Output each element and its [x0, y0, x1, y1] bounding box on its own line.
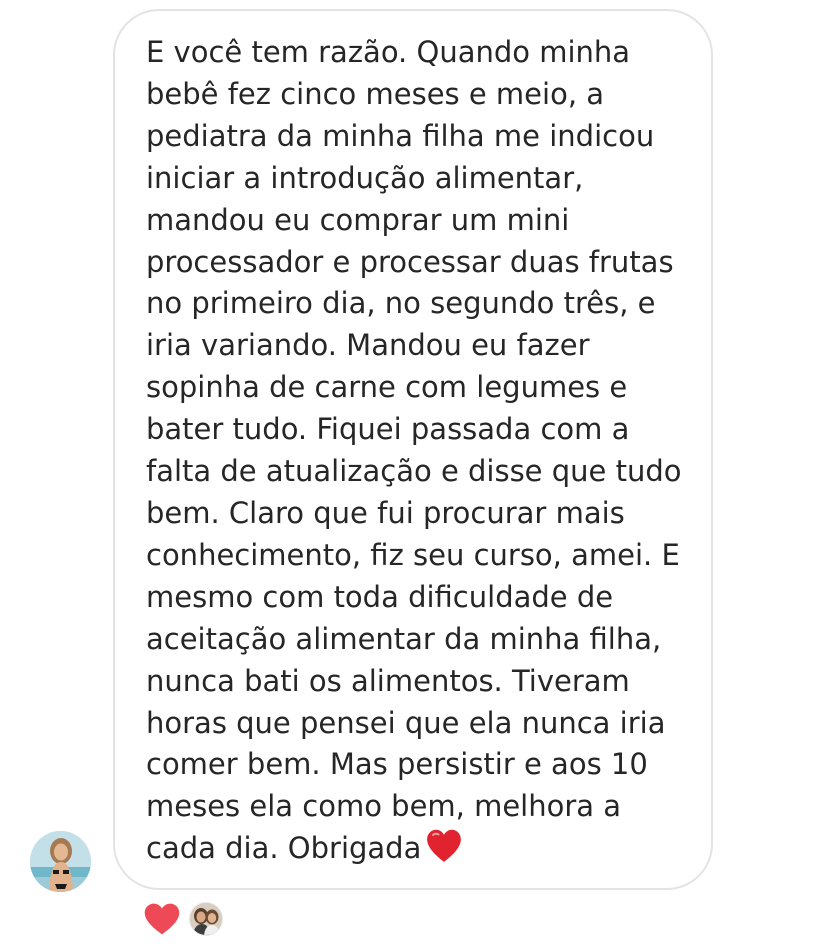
- message-line: conhecimento, fiz seu curso, amei. E: [146, 537, 680, 572]
- message-line: pediatra da minha filha me indicou: [146, 118, 655, 153]
- message-line: bem. Claro que fui procurar mais: [146, 495, 625, 530]
- message-line-last: cada dia. Obrigada: [146, 828, 691, 870]
- sender-avatar[interactable]: [30, 831, 91, 892]
- message-line: processador e processar duas frutas: [146, 244, 674, 279]
- message-line-text: cada dia. Obrigada: [146, 831, 422, 866]
- message-line: mandou eu comprar um mini: [146, 202, 570, 237]
- message-line: falta de atualização e disse que tudo: [146, 454, 682, 489]
- message-line: nunca bati os alimentos. Tiveram: [146, 663, 630, 698]
- message-line: iria variando. Mandou eu fazer: [146, 328, 590, 363]
- message-line: sopinha de carne com legumes e: [146, 370, 628, 405]
- message-text: E você tem razão. Quando minha bebê fez c…: [146, 32, 691, 870]
- message-line: meses ela como bem, melhora a: [146, 789, 622, 824]
- red-heart-icon: [144, 903, 180, 935]
- message-line: E você tem razão. Quando minha: [146, 35, 631, 69]
- message-line: bater tudo. Fiquei passada com a: [146, 412, 630, 447]
- message-line: bebê fez cinco meses e meio, a: [146, 76, 605, 111]
- message-line: iniciar a introdução alimentar,: [146, 160, 584, 195]
- message-line: horas que pensei que ela nunca iria: [146, 705, 666, 740]
- reactor-avatar: [189, 902, 223, 936]
- message-line: no primeiro dia, no segundo três, e: [146, 286, 656, 321]
- message-line: mesmo com toda dificuldade de: [146, 579, 614, 614]
- reactor-avatar-photo-icon: [190, 903, 222, 935]
- message-bubble[interactable]: E você tem razão. Quando minha bebê fez c…: [113, 9, 713, 890]
- message-line: aceitação alimentar da minha filha,: [146, 621, 662, 656]
- sender-avatar-photo: [30, 831, 91, 892]
- red-heart-emoji-icon: [427, 830, 462, 863]
- message-line: comer bem. Mas persistir e aos 10: [146, 747, 648, 782]
- message-reactions[interactable]: [143, 901, 223, 937]
